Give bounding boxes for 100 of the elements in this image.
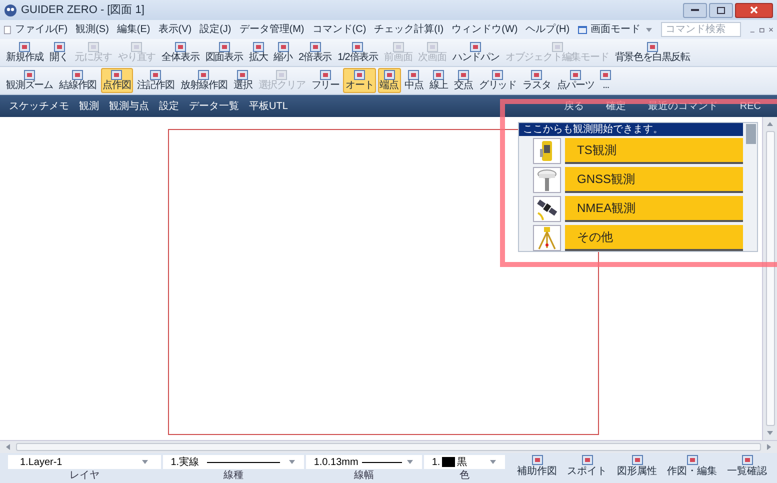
menu-item[interactable]: ヘルプ(H) <box>522 22 574 37</box>
tool-icon <box>531 70 542 80</box>
tool-icon <box>131 42 142 52</box>
toolbar-button[interactable]: 縮小 <box>272 40 294 65</box>
tool-icon <box>88 42 99 52</box>
tool-icon <box>352 42 364 52</box>
toolbar-button[interactable]: オート <box>343 68 376 93</box>
bottom-toolbar-button[interactable]: スポイト <box>565 455 609 478</box>
menu-item[interactable]: 設定(J) <box>196 22 236 37</box>
scroll-left-arrow-icon <box>4 443 12 451</box>
menu-item[interactable]: ファイル(F) <box>10 22 72 37</box>
tool-icon <box>218 42 230 52</box>
close-button[interactable] <box>735 2 773 18</box>
toolbar-button[interactable]: ラスタ <box>520 68 553 93</box>
toolbar-button[interactable]: 選択 <box>231 68 254 93</box>
bottom-toolbar-button[interactable]: 一覧確認 <box>725 455 769 478</box>
tool-icon <box>426 42 438 52</box>
nav-item[interactable]: 確定 <box>602 98 630 114</box>
field-label: 線幅 <box>354 469 374 482</box>
toolbar-button[interactable]: ... <box>598 68 614 93</box>
menu-item[interactable]: データ管理(M) <box>235 22 308 37</box>
command-search-field[interactable]: コマンド検索 <box>660 22 741 37</box>
tool-icon <box>392 42 404 52</box>
restore-button[interactable] <box>709 2 733 18</box>
toolbar-button[interactable]: 図面表示 <box>203 40 245 65</box>
menu-item[interactable]: 観測(S) <box>72 22 113 37</box>
toolbar-button[interactable]: 注記作図 <box>134 68 176 93</box>
toolbar-button[interactable]: 1/2倍表示 <box>336 40 380 65</box>
line-type-dropdown[interactable]: 1.実線 <box>162 455 304 469</box>
toolbar-button[interactable]: ハンドパン <box>450 40 502 65</box>
window-controls-icon <box>748 26 773 34</box>
dropdown-arrow-icon <box>288 458 296 466</box>
toolbar-button[interactable]: 点パーツ <box>554 68 596 93</box>
tool-icon <box>570 70 582 80</box>
tool-icon <box>111 70 122 80</box>
field-label: 線種 <box>223 469 244 482</box>
nav-item[interactable]: 戻る <box>560 98 588 114</box>
line-width-dropdown[interactable]: 1.0.13mm <box>306 455 422 469</box>
tool-icon <box>433 70 444 80</box>
observation-button[interactable]: その他 <box>565 225 743 251</box>
observation-button[interactable]: TS観測 <box>565 138 743 164</box>
nav-item[interactable]: データ一覧 <box>184 98 244 114</box>
tool-icon <box>354 70 366 80</box>
toolbar-button[interactable]: 観測ズーム <box>4 68 56 93</box>
menu-item[interactable]: 編集(E) <box>112 22 154 37</box>
menu-item[interactable]: コマンド(C) <box>308 22 370 37</box>
toolbar-button[interactable]: 端点 <box>378 68 400 93</box>
tool-icon <box>552 42 563 52</box>
toolbar-button[interactable]: 中点 <box>402 68 426 93</box>
toolbar-button[interactable]: 全体表示 <box>160 40 202 65</box>
observation-button[interactable]: NMEA観測 <box>565 196 743 222</box>
toolbar-button[interactable]: 結線作図 <box>57 68 99 93</box>
document-icon <box>4 24 11 36</box>
observation-button[interactable]: GNSS観測 <box>565 167 743 193</box>
tool-icon <box>470 42 482 52</box>
layer-dropdown[interactable]: 1.Layer-1 <box>8 455 161 469</box>
tool-icon <box>600 70 612 80</box>
nav-item[interactable]: 観測与点 <box>104 98 154 114</box>
tool-icon <box>72 70 84 80</box>
tool-icon <box>174 42 186 52</box>
horizontal-scrollbar[interactable] <box>0 440 777 453</box>
screen-mode-dropdown[interactable]: 画面モード <box>574 22 657 37</box>
toolbar-button[interactable]: 新規作成 <box>4 40 46 65</box>
menu-item[interactable]: チェック計算(I) <box>370 22 448 37</box>
toolbar-button[interactable]: 交点 <box>452 68 475 93</box>
bottom-toolbar-button[interactable]: 補助作図 <box>515 455 559 478</box>
color-prefix: 1. <box>432 456 440 470</box>
nav-item[interactable]: REC <box>736 98 765 114</box>
scroll-up-arrow-icon <box>766 120 774 128</box>
toolbar-button[interactable]: 背景色を白黒反転 <box>612 40 692 65</box>
tool-icon <box>24 70 35 80</box>
tool-icon <box>492 70 504 80</box>
nav-item[interactable]: 最近のコマンド <box>644 98 722 114</box>
vertical-scrollbar[interactable] <box>762 117 777 440</box>
toolbar-button[interactable]: 点作図 <box>100 68 133 93</box>
toolbar-button[interactable]: 放射線作図 <box>178 68 230 93</box>
menu-item[interactable]: ウィンドウ(W) <box>448 22 522 37</box>
tool-icon <box>198 70 210 80</box>
tool-icon <box>408 70 420 80</box>
tool-icon <box>384 70 395 80</box>
bottom-toolbar-button[interactable]: 作図・編集 <box>665 455 719 478</box>
menu-item[interactable]: 表示(V) <box>154 22 196 37</box>
tool-icon <box>310 42 321 52</box>
nav-item[interactable]: 設定 <box>154 98 184 114</box>
tool-icon <box>458 70 470 80</box>
nav-item[interactable]: 観測 <box>74 98 104 114</box>
toolbar-button[interactable]: 線上 <box>427 68 450 93</box>
nav-item[interactable]: スケッチメモ <box>4 98 74 114</box>
dropdown-arrow-icon <box>406 458 414 466</box>
toolbar-button[interactable]: 拡大 <box>246 40 270 65</box>
nav-item[interactable]: 平板UTL <box>244 98 293 114</box>
minimize-button[interactable] <box>683 2 707 18</box>
dropdown-arrow-icon <box>140 458 149 466</box>
toolbar-button[interactable]: フリー <box>309 68 342 93</box>
toolbar-button[interactable]: 開く <box>48 40 70 65</box>
dropdown-arrow-icon <box>644 26 653 34</box>
toolbar-button[interactable]: グリッド <box>476 68 519 93</box>
toolbar-button[interactable]: 2倍表示 <box>296 40 334 65</box>
bottom-toolbar-button[interactable]: 図形属性 <box>615 455 659 478</box>
color-dropdown[interactable]: 1. 黒 <box>424 455 505 469</box>
